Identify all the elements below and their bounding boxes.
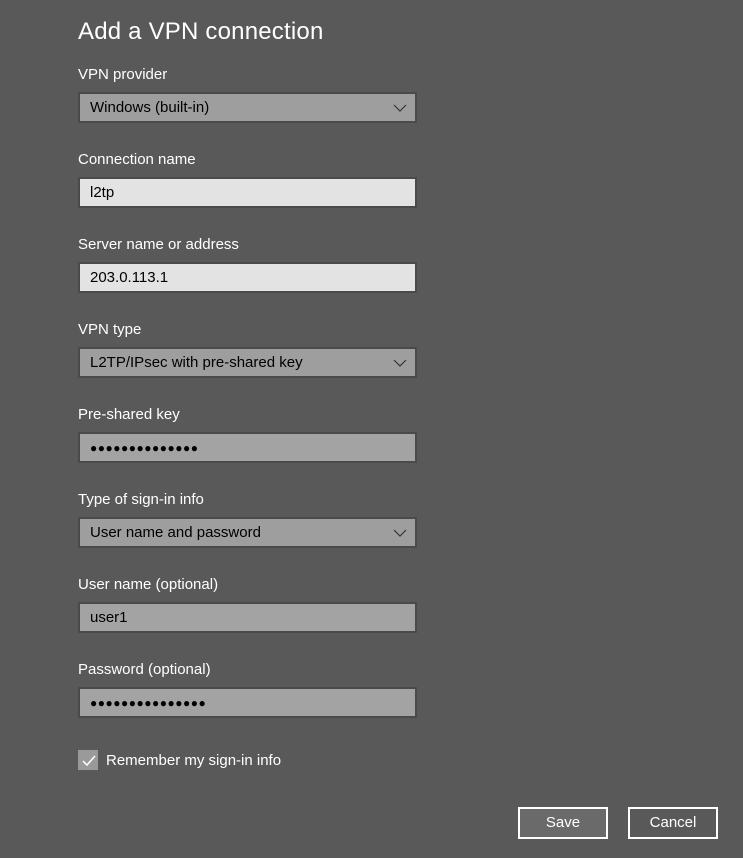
vpn-type-label: VPN type (78, 321, 142, 338)
sign-in-type-select[interactable]: User name and password (78, 517, 417, 548)
connection-name-label: Connection name (78, 151, 196, 168)
remember-sign-in-checkbox[interactable] (78, 750, 98, 770)
user-name-input[interactable]: user1 (78, 602, 417, 633)
connection-name-input[interactable]: l2tp (78, 177, 417, 208)
vpn-provider-value: Windows (built-in) (90, 99, 210, 116)
remember-sign-in-label: Remember my sign-in info (106, 751, 282, 769)
password-field: Password (optional) ●●●●●●●●●●●●●●● (78, 661, 417, 718)
chevron-down-icon (393, 359, 407, 367)
user-name-value: user1 (90, 609, 128, 626)
password-input[interactable]: ●●●●●●●●●●●●●●● (78, 687, 417, 718)
pre-shared-key-input[interactable]: ●●●●●●●●●●●●●● (78, 432, 417, 463)
vpn-provider-label: VPN provider (78, 66, 168, 83)
server-value: 203.0.113.1 (90, 269, 169, 286)
save-button[interactable]: Save (518, 807, 608, 839)
chevron-down-icon (393, 529, 407, 537)
server-label: Server name or address (78, 236, 239, 253)
remember-sign-in-row[interactable]: Remember my sign-in info (78, 750, 281, 770)
user-name-label: User name (optional) (78, 576, 219, 593)
pre-shared-key-label: Pre-shared key (78, 406, 180, 423)
connection-name-value: l2tp (90, 184, 115, 201)
vpn-type-field: VPN type L2TP/IPsec with pre-shared key (78, 321, 417, 378)
sign-in-type-label: Type of sign-in info (78, 491, 204, 508)
sign-in-type-field: Type of sign-in info User name and passw… (78, 491, 417, 548)
cancel-button[interactable]: Cancel (628, 807, 718, 839)
server-field: Server name or address 203.0.113.1 (78, 236, 417, 293)
pre-shared-key-field: Pre-shared key ●●●●●●●●●●●●●● (78, 406, 417, 463)
password-value: ●●●●●●●●●●●●●●● (90, 696, 207, 710)
chevron-down-icon (393, 104, 407, 112)
vpn-type-value: L2TP/IPsec with pre-shared key (90, 354, 303, 371)
vpn-provider-field: VPN provider Windows (built-in) (78, 66, 417, 123)
sign-in-type-value: User name and password (90, 524, 261, 541)
vpn-type-select[interactable]: L2TP/IPsec with pre-shared key (78, 347, 417, 378)
server-input[interactable]: 203.0.113.1 (78, 262, 417, 293)
pre-shared-key-value: ●●●●●●●●●●●●●● (90, 441, 199, 455)
vpn-provider-select[interactable]: Windows (built-in) (78, 92, 417, 123)
dialog-title: Add a VPN connection (78, 18, 324, 45)
user-name-field: User name (optional) user1 (78, 576, 417, 633)
checkmark-icon (82, 755, 96, 767)
connection-name-field: Connection name l2tp (78, 151, 417, 208)
password-label: Password (optional) (78, 661, 211, 678)
